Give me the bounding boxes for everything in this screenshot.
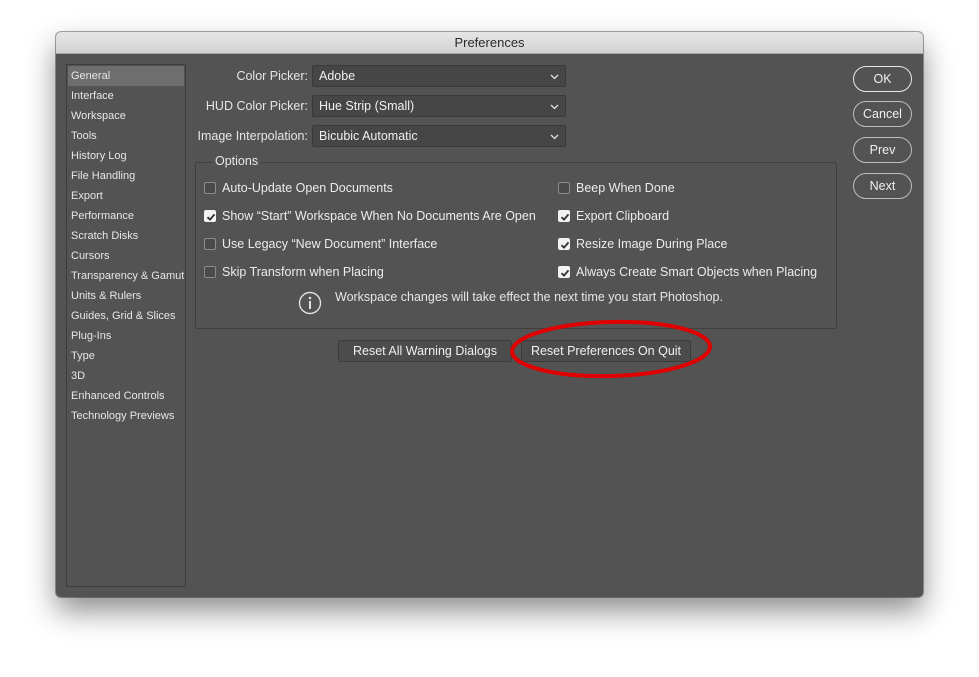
sidebar-item-3d[interactable]: 3D [68, 366, 184, 386]
sidebar-item-plug-ins[interactable]: Plug-Ins [68, 326, 184, 346]
checkbox-label: Export Clipboard [576, 209, 670, 223]
info-icon [298, 291, 322, 315]
export-clipboard-checkbox[interactable]: Export Clipboard [558, 207, 669, 225]
checkbox-box[interactable] [204, 238, 216, 250]
smart-objects-checkbox[interactable]: Always Create Smart Objects when Placing [558, 263, 817, 281]
checkbox-box[interactable] [558, 182, 570, 194]
checkbox-box[interactable] [204, 266, 216, 278]
dialog-title: Preferences [56, 32, 923, 54]
color-picker-value: Adobe [319, 69, 356, 83]
sidebar-item-performance[interactable]: Performance [68, 206, 184, 226]
sidebar-item-file-handling[interactable]: File Handling [68, 166, 184, 186]
sidebar-item-export[interactable]: Export [68, 186, 184, 206]
checkbox-box[interactable] [558, 238, 570, 250]
skip-transform-checkbox[interactable]: Skip Transform when Placing [204, 263, 384, 281]
options-title: Options [212, 154, 262, 168]
checkmark-icon [560, 269, 570, 277]
sidebar-item-enhanced-controls[interactable]: Enhanced Controls [68, 386, 184, 406]
sidebar-item-units-rulers[interactable]: Units & Rulers [68, 286, 184, 306]
checkbox-label: Show “Start” Workspace When No Documents… [222, 209, 536, 223]
hud-color-picker-label: HUD Color Picker: [205, 99, 308, 113]
legacy-new-document-checkbox[interactable]: Use Legacy “New Document” Interface [204, 235, 437, 253]
checkbox-box[interactable] [558, 210, 570, 222]
preferences-dialog: Preferences General Interface Workspace … [56, 32, 923, 597]
image-interpolation-select[interactable]: Bicubic Automatic [312, 125, 566, 147]
checkbox-box[interactable] [204, 182, 216, 194]
sidebar: General Interface Workspace Tools Histor… [66, 64, 186, 587]
checkmark-icon [206, 213, 216, 221]
color-picker-select[interactable]: Adobe [312, 65, 566, 87]
sidebar-item-scratch-disks[interactable]: Scratch Disks [68, 226, 184, 246]
checkbox-label: Always Create Smart Objects when Placing [576, 265, 818, 279]
image-interpolation-value: Bicubic Automatic [319, 129, 418, 143]
sidebar-item-guides-grid-slices[interactable]: Guides, Grid & Slices [68, 306, 184, 326]
cancel-button[interactable]: Cancel [853, 101, 912, 127]
hud-color-picker-value: Hue Strip (Small) [319, 99, 415, 113]
checkbox-label: Beep When Done [576, 181, 675, 195]
auto-update-checkbox[interactable]: Auto-Update Open Documents [204, 179, 393, 197]
reset-warning-dialogs-button[interactable]: Reset All Warning Dialogs [338, 340, 512, 362]
sidebar-item-history-log[interactable]: History Log [68, 146, 184, 166]
color-picker-label: Color Picker: [236, 69, 308, 83]
checkmark-icon [560, 241, 570, 249]
sidebar-item-interface[interactable]: Interface [68, 86, 184, 106]
chevron-down-icon [550, 74, 559, 80]
checkbox-label: Skip Transform when Placing [222, 265, 384, 279]
checkbox-label: Use Legacy “New Document” Interface [222, 237, 438, 251]
ok-button[interactable]: OK [853, 66, 912, 92]
reset-preferences-on-quit-button[interactable]: Reset Preferences On Quit [521, 340, 691, 362]
checkbox-label: Resize Image During Place [576, 237, 728, 251]
image-interpolation-label: Image Interpolation: [197, 129, 309, 143]
checkbox-box[interactable] [558, 266, 570, 278]
sidebar-item-type[interactable]: Type [68, 346, 184, 366]
chevron-down-icon [550, 104, 559, 110]
checkbox-label: Auto-Update Open Documents [222, 181, 393, 195]
sidebar-item-general[interactable]: General [68, 66, 184, 86]
beep-when-done-checkbox[interactable]: Beep When Done [558, 179, 675, 197]
info-message: Workspace changes will take effect the n… [335, 290, 723, 304]
hud-color-picker-select[interactable]: Hue Strip (Small) [312, 95, 566, 117]
chevron-down-icon [550, 134, 559, 140]
checkmark-icon [560, 213, 570, 221]
sidebar-item-technology-previews[interactable]: Technology Previews [68, 406, 184, 426]
sidebar-item-cursors[interactable]: Cursors [68, 246, 184, 266]
sidebar-item-transparency-gamut[interactable]: Transparency & Gamut [68, 266, 184, 286]
sidebar-item-workspace[interactable]: Workspace [68, 106, 184, 126]
checkbox-box[interactable] [204, 210, 216, 222]
resize-image-during-place-checkbox[interactable]: Resize Image During Place [558, 235, 727, 253]
next-button[interactable]: Next [853, 173, 912, 199]
show-start-workspace-checkbox[interactable]: Show “Start” Workspace When No Documents… [204, 207, 536, 225]
prev-button[interactable]: Prev [853, 137, 912, 163]
sidebar-item-tools[interactable]: Tools [68, 126, 184, 146]
